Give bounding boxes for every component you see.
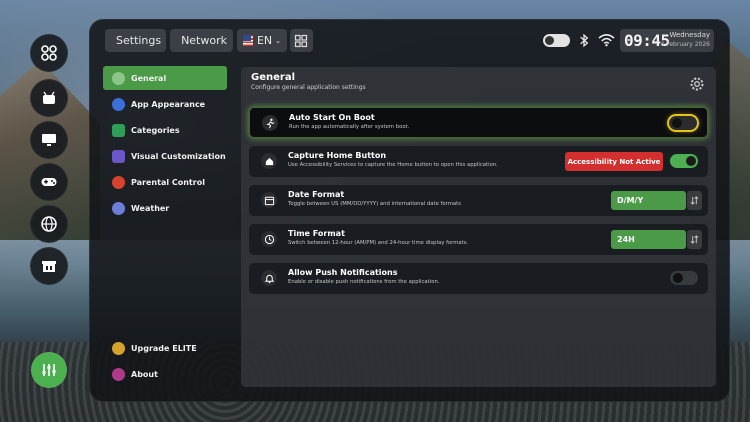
setting-title: Auto Start On Boot [289,113,375,122]
running-icon [262,115,278,131]
menu-item-label: Upgrade ELITE [131,343,197,353]
top-bar: Settings Network EN ⌄ 09:45 Wednesday 4 … [105,29,714,53]
language-label: EN [256,34,273,47]
time-format-cycle-button[interactable] [687,230,702,249]
lock-icon [112,175,125,189]
menu-item-general[interactable]: General [103,66,227,90]
menu-item-label: General [131,73,167,83]
menu-item-about[interactable]: About [103,362,227,386]
setting-row-auto-start[interactable]: Auto Start On Boot Run the app automatic… [249,107,708,138]
apps-grid-icon [41,45,57,61]
rail-android-button[interactable] [30,79,68,117]
home-icon [261,153,277,169]
calendar-icon [261,192,277,208]
store-icon [42,261,56,272]
setting-row-time-format[interactable]: Time Format Switch between 12-hour (AM/P… [249,224,708,255]
setting-title: Capture Home Button [288,151,387,160]
setting-description: Use Accessibility Services to capture th… [288,162,498,168]
menu-item-weather[interactable]: Weather [103,196,227,220]
menu-item-label: Weather [131,203,170,213]
setting-title: Date Format [288,190,345,199]
page-subtitle: Configure general application settings [251,84,366,91]
menu-item-label: Parental Control [131,177,205,187]
monitor-icon [42,134,56,146]
menu-item-label: Visual Customization [131,151,226,161]
wifi-icon[interactable] [598,33,615,47]
menu-item-label: App Appearance [131,99,206,109]
auto-start-toggle[interactable] [669,116,697,130]
settings-chip[interactable]: Settings [105,29,166,52]
bell-icon [261,270,277,286]
us-flag-icon [243,35,253,46]
general-settings-card: General Configure general application se… [241,67,716,387]
menu-item-parental-control[interactable]: Parental Control [103,170,227,194]
capture-home-toggle[interactable] [670,154,698,168]
setting-description: Enable or disable push notifications fro… [288,279,440,285]
clock-widget: 09:45 Wednesday 4 February 2026 [620,29,714,52]
rail-tv-button[interactable] [30,121,68,159]
clock-day: Wednesday [669,31,710,39]
left-rail [30,34,68,394]
rail-browser-button[interactable] [30,205,68,243]
image-icon [112,149,125,163]
settings-menu-bottom: Upgrade ELITE About [103,336,227,388]
setting-title: Time Format [288,229,345,238]
chevron-down-icon: ⌄ [275,36,281,45]
settings-label: Settings [116,34,162,47]
layout-button[interactable] [290,29,313,52]
android-tv-icon [43,91,55,104]
cat-icon [545,36,554,45]
crown-icon [112,341,125,355]
time-format-select[interactable]: 24H [611,230,686,249]
settings-menu: General App Appearance Categories Visual… [103,66,227,222]
rail-games-button[interactable] [30,163,68,201]
rail-store-button[interactable] [30,247,68,285]
menu-item-categories[interactable]: Categories [103,118,227,142]
layout-grid-icon [294,34,308,47]
gear-icon[interactable] [689,76,705,92]
setting-row-date-format[interactable]: Date Format Toggle between US (MM/DD/YYY… [249,185,708,216]
clock-24-icon [261,231,277,247]
menu-item-label: Categories [131,125,180,135]
menu-item-visual-customization[interactable]: Visual Customization [103,144,227,168]
menu-item-label: About [131,369,158,379]
date-format-cycle-button[interactable] [687,191,702,210]
network-label: Network [181,34,227,47]
setting-row-capture-home[interactable]: Capture Home Button Use Accessibility Se… [249,146,708,177]
rail-apps-button[interactable] [30,34,68,72]
bluetooth-icon[interactable] [579,33,589,48]
setting-description: Toggle between US (MM/DD/YYYY) and inter… [288,201,461,207]
date-format-select[interactable]: D/M/Y [611,191,686,210]
swap-icon [690,196,699,205]
gear-icon [112,71,125,85]
rail-settings-button[interactable] [31,352,67,388]
settings-panel: Settings Network EN ⌄ 09:45 Wednesday 4 … [89,19,730,402]
sliders-icon [42,364,56,376]
page-title: General [251,72,295,83]
globe-icon [41,216,57,232]
menu-item-upgrade-elite[interactable]: Upgrade ELITE [103,336,227,360]
swap-icon [690,235,699,244]
cat-mode-toggle[interactable] [543,34,570,47]
setting-row-push-notifications[interactable]: Allow Push Notifications Enable or disab… [249,263,708,294]
setting-description: Switch between 12-hour (AM/PM) and 24-ho… [288,240,469,246]
accessibility-warning-badge[interactable]: Accessibility Not Active [565,152,663,171]
language-selector[interactable]: EN ⌄ [237,29,287,52]
setting-description: Run the app automatically after system b… [289,124,410,130]
cloud-icon [112,201,125,215]
network-chip[interactable]: Network [170,29,233,52]
apps-icon [112,97,125,111]
menu-item-app-appearance[interactable]: App Appearance [103,92,227,116]
clock-date: 4 February 2026 [660,41,711,48]
grid-icon [112,123,125,137]
info-icon [112,367,125,381]
gamepad-icon [41,178,57,186]
push-notifications-toggle[interactable] [670,271,698,285]
setting-title: Allow Push Notifications [288,268,398,277]
